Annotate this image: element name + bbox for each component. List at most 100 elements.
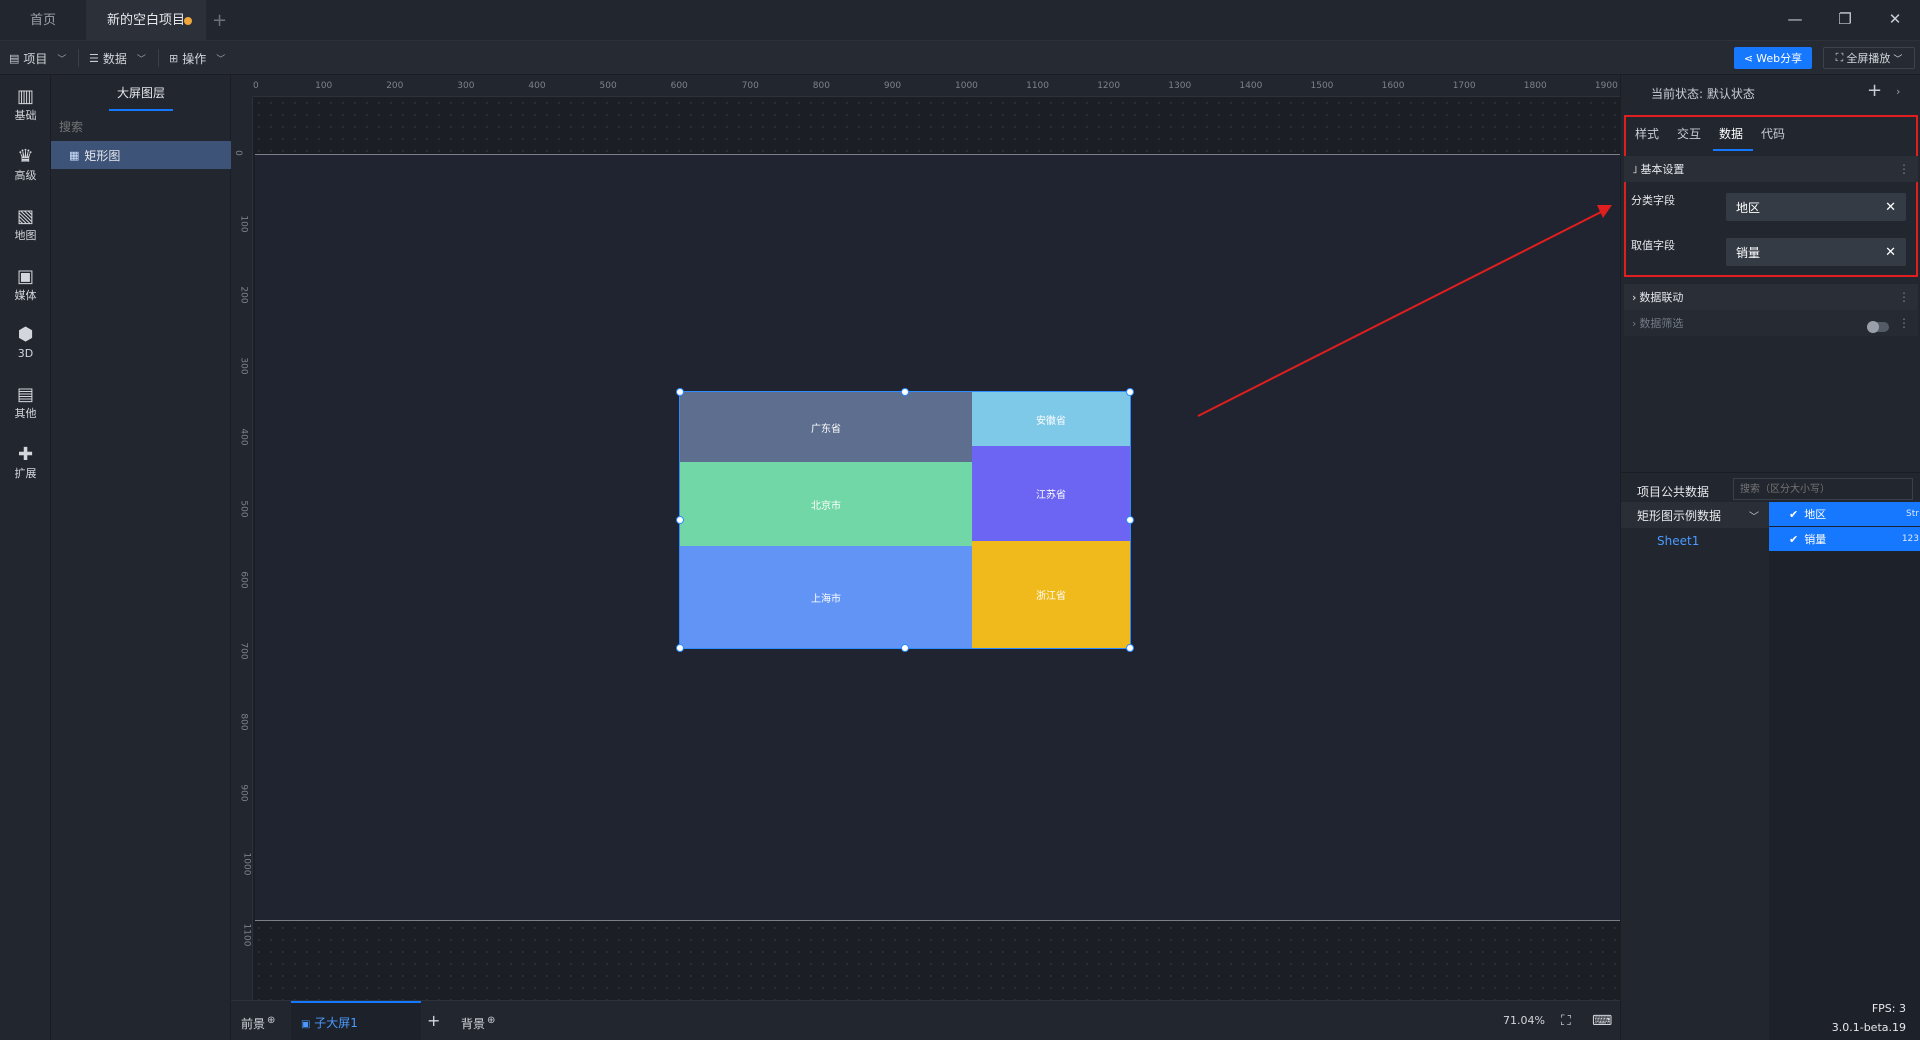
treemap-icon: ▦	[69, 148, 80, 162]
vertical-ruler[interactable]: 0 100 200 300 400 500 600 700 800 900 1000 1100	[231, 97, 253, 1000]
canvas-margin-bottom	[253, 922, 1620, 1000]
ruler-tick-label: 300	[457, 81, 475, 91]
resize-handle[interactable]	[676, 516, 684, 524]
more-icon[interactable]: ⋮	[1898, 290, 1910, 304]
web-share-button[interactable]: ⋖ Web分享	[1734, 47, 1812, 69]
fullscreen-button[interactable]: ⛶ 全屏播放 ﹀	[1823, 47, 1915, 69]
ruler-tick-label: 1900	[1594, 81, 1618, 91]
treemap-cell[interactable]: 安徽省	[972, 392, 1130, 446]
ruler-tick-label: 500	[238, 499, 249, 518]
menu-project-label: 项目	[23, 51, 48, 66]
category-map[interactable]: ▧ 地图	[0, 199, 51, 253]
share-icon: ⋖	[1743, 51, 1754, 65]
tab-interaction[interactable]: 交互	[1677, 125, 1701, 142]
fps-counter: FPS: 3	[1871, 1002, 1906, 1015]
ruler-tick-label: 1800	[1523, 81, 1547, 91]
resize-handle[interactable]	[1126, 644, 1134, 652]
treemap-cell[interactable]: 北京市	[680, 462, 972, 546]
fit-screen-icon[interactable]: ⛶	[1561, 1001, 1571, 1040]
treemap-cell[interactable]: 江苏省	[972, 446, 1130, 541]
screen-tab-active[interactable]: ▣ 子大屏1	[291, 1001, 421, 1040]
web-share-label: Web分享	[1756, 52, 1803, 65]
add-tab-button[interactable]: +	[212, 10, 227, 31]
list-icon: ▤	[16, 384, 34, 405]
ruler-tick-label: 100	[238, 215, 249, 233]
more-icon[interactable]: ⋮	[1898, 162, 1910, 176]
add-screen-button[interactable]: +	[427, 1001, 440, 1040]
clear-icon[interactable]: ✕	[1885, 245, 1896, 260]
category-extend[interactable]: ✚ 扩展	[0, 437, 51, 491]
close-button[interactable]: ✕	[1875, 0, 1915, 38]
file-icon: ▤	[9, 51, 20, 65]
treemap-cell-label: 江苏省	[1036, 490, 1066, 501]
version-label: 3.0.1-beta.19	[1831, 1021, 1906, 1034]
field-item-sales[interactable]: ✔ 销量 123	[1769, 527, 1920, 551]
dataset-list: 矩形图示例数据 ﹀ Sheet1	[1621, 502, 1769, 1040]
restore-button[interactable]: ❐	[1825, 0, 1865, 38]
current-state[interactable]: 当前状态: 默认状态	[1651, 85, 1755, 102]
resize-handle[interactable]	[901, 388, 909, 396]
horizontal-ruler[interactable]: 0 100 200 300 400 500 600 700 800 900 1000 1100 1200…	[253, 75, 1620, 97]
treemap-cell-label: 浙江省	[1036, 591, 1066, 602]
category-advanced[interactable]: ♛ 高级	[0, 139, 51, 193]
category-3d[interactable]: ⬢ 3D	[0, 317, 51, 371]
menu-project[interactable]: ▤ 项目 ﹀	[9, 49, 66, 67]
category-field-select[interactable]: 地区 ✕	[1726, 193, 1906, 221]
data-filter-toggle[interactable]	[1867, 321, 1889, 333]
resize-handle[interactable]	[901, 644, 909, 652]
tab-code[interactable]: 代码	[1761, 125, 1785, 142]
menu-data[interactable]: ☰ 数据 ﹀	[89, 49, 146, 67]
resize-handle[interactable]	[1126, 516, 1134, 524]
zoom-level[interactable]: 71.04%	[1503, 1001, 1545, 1040]
section-data-link[interactable]: › 数据联动 ⋮	[1624, 284, 1918, 310]
background-tab[interactable]: 背景 ⊕	[461, 1001, 495, 1040]
ruler-tick-label: 200	[386, 81, 404, 91]
public-data-search-input[interactable]	[1733, 478, 1913, 500]
category-other[interactable]: ▤ 其他	[0, 377, 51, 431]
tab-home[interactable]: 首页	[0, 0, 86, 41]
background-label: 背景	[461, 1017, 486, 1031]
category-basic[interactable]: ▥ 基础	[0, 79, 51, 133]
ruler-tick-label: 100	[315, 81, 333, 91]
resize-handle[interactable]	[1126, 388, 1134, 396]
ruler-tick-label: 200	[238, 286, 249, 304]
tab-style[interactable]: 样式	[1635, 125, 1659, 142]
treemap-cell[interactable]: 上海市	[680, 546, 972, 648]
database-icon: ☰	[89, 51, 99, 65]
treemap-cell[interactable]: 广东省	[680, 392, 972, 462]
foreground-tab[interactable]: 前景 ⊕	[241, 1001, 275, 1040]
crown-icon: ♛	[17, 146, 34, 167]
screen-icon: ▣	[301, 1019, 311, 1030]
sheet-item[interactable]: Sheet1	[1657, 534, 1699, 548]
section-basic-settings[interactable]: ˩ 基本设置 ⋮	[1624, 156, 1918, 182]
chevron-right-icon[interactable]: ›	[1896, 85, 1900, 98]
add-circle-icon[interactable]: ⊕	[487, 1015, 495, 1026]
active-tab-indicator	[1713, 149, 1753, 151]
layer-item-treemap[interactable]: ▦ 矩形图	[51, 141, 231, 169]
tab-project-label: 新的空白项目	[106, 13, 185, 28]
keyboard-icon[interactable]: ⌨	[1592, 1001, 1612, 1040]
dataset-item[interactable]: 矩形图示例数据 ﹀	[1621, 502, 1769, 528]
layer-panel-title[interactable]: 大屏图层	[51, 75, 231, 111]
add-circle-icon[interactable]: ⊕	[267, 1015, 275, 1026]
treemap-cell[interactable]: 浙江省	[972, 541, 1130, 648]
minimize-button[interactable]: —	[1775, 0, 1815, 38]
tab-data[interactable]: 数据	[1719, 125, 1743, 142]
more-icon[interactable]: ⋮	[1898, 316, 1910, 330]
tab-project[interactable]: 新的空白项目	[86, 0, 206, 41]
treemap-chart[interactable]: 广东省 北京市 上海市 安徽省江苏省浙江省	[676, 388, 1134, 652]
active-tab-indicator	[109, 109, 173, 111]
section-label: 数据联动	[1639, 291, 1684, 304]
value-field-select[interactable]: 销量 ✕	[1726, 238, 1906, 266]
menu-operate[interactable]: ⊞ 操作 ﹀	[169, 49, 225, 67]
collapse-icon: ˩	[1632, 162, 1638, 176]
chevron-down-icon: ﹀	[1893, 54, 1903, 65]
layer-search-input[interactable]	[59, 117, 223, 137]
resize-handle[interactable]	[676, 644, 684, 652]
chevron-down-icon: ﹀	[1749, 511, 1759, 523]
resize-handle[interactable]	[676, 388, 684, 396]
clear-icon[interactable]: ✕	[1885, 200, 1896, 215]
add-state-button[interactable]: +	[1867, 80, 1882, 101]
field-item-region[interactable]: ✔ 地区 Str	[1769, 502, 1920, 526]
category-media[interactable]: ▣ 媒体	[0, 259, 51, 313]
